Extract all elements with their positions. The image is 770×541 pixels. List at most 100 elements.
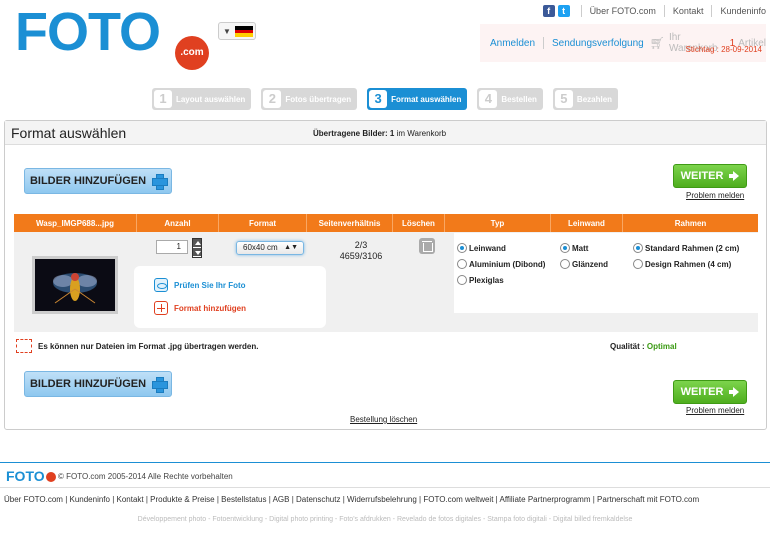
radio-option[interactable]: Design Rahmen (4 cm): [633, 256, 739, 272]
step-label: Bezahlen: [576, 94, 613, 104]
radio-option[interactable]: Glänzend: [560, 256, 608, 272]
rahmen-options: Standard Rahmen (2 cm) Design Rahmen (4 c…: [633, 240, 739, 272]
chevron-down-icon: ▼: [223, 27, 231, 36]
add-images-button-bottom[interactable]: BILDER HINZUFÜGEN: [24, 371, 172, 397]
aspect-ratio: 2/3 4659/3106: [339, 240, 383, 261]
quantity-stepper[interactable]: [192, 238, 202, 258]
top-links: f t Über FOTO.com Kontakt Kundeninfo: [542, 2, 766, 20]
top-link-about[interactable]: Über FOTO.com: [590, 6, 656, 16]
plus-icon: [154, 301, 168, 315]
radio-option[interactable]: Matt: [560, 240, 608, 256]
select-arrows-icon: ▲▼: [284, 244, 298, 251]
account-box: Anmelden Sendungsverfolgung 🛒︎ Ihr Waren…: [480, 24, 766, 62]
footer-languages[interactable]: Développement photo - Fotoentwicklung - …: [0, 516, 770, 523]
radio-option[interactable]: Aluminium (Dibond): [457, 256, 545, 272]
column-header: Rahmen: [674, 218, 707, 228]
radio-label: Design Rahmen (4 cm): [645, 259, 732, 269]
eye-icon: [154, 278, 168, 292]
step-label: Layout auswählen: [175, 94, 246, 104]
language-selector[interactable]: ▼: [218, 22, 256, 40]
facebook-icon[interactable]: f: [542, 5, 555, 17]
report-problem-link-top[interactable]: Problem melden: [686, 191, 744, 200]
column-header: Löschen: [393, 214, 445, 232]
login-link[interactable]: Anmelden: [490, 38, 535, 49]
panel-header: Format auswählen Übertragene Bilder: 1 i…: [5, 121, 766, 145]
tracking-link[interactable]: Sendungsverfolgung: [552, 38, 644, 49]
step-number: 5: [554, 90, 573, 108]
radio-icon[interactable]: [457, 275, 467, 285]
top-link-contact[interactable]: Kontakt: [673, 6, 704, 16]
next-button-top[interactable]: WEITER: [673, 164, 747, 188]
step-number: 4: [479, 90, 498, 108]
step-number: 2: [263, 90, 282, 108]
radio-label: Aluminium (Dibond): [469, 259, 546, 269]
step-label: Fotos übertragen: [285, 94, 352, 104]
column-header: Format: [219, 214, 307, 232]
step-4[interactable]: 4 Bestellen: [477, 88, 543, 110]
column-header: Wasp_IMGP688...jpg: [14, 214, 137, 232]
logo-text: FOTO: [15, 2, 161, 62]
progress-steps: 1 Layout auswählen 2 Fotos übertragen 3 Forma…: [0, 88, 770, 110]
radio-label: Matt: [572, 243, 589, 253]
cart-icon: 🛒︎: [649, 36, 665, 50]
leinwand-options: Matt Glänzend: [560, 240, 608, 272]
radio-label: Standard Rahmen (2 cm): [645, 243, 740, 253]
column-header: Anzahl: [137, 214, 219, 232]
logo-dot: .com: [175, 36, 209, 70]
quantity-input[interactable]: 1: [156, 240, 188, 254]
arrow-right-icon: [729, 171, 740, 181]
decrease-icon[interactable]: [193, 248, 201, 257]
add-images-button-top[interactable]: BILDER HINZUFÜGEN: [24, 168, 172, 194]
radio-option[interactable]: Leinwand: [457, 240, 545, 256]
column-header: Seitenverhältnis: [307, 214, 393, 232]
german-flag-icon: [235, 26, 253, 37]
photo-thumbnail[interactable]: [32, 256, 118, 314]
radio-option[interactable]: Standard Rahmen (2 cm): [633, 240, 739, 256]
uploaded-count: Übertragene Bilder: 1 im Warenkorb: [313, 129, 447, 138]
plus-icon: [152, 377, 169, 393]
footer-logo[interactable]: FOTO: [6, 468, 56, 484]
radio-icon[interactable]: [633, 243, 643, 253]
step-number: 1: [153, 90, 172, 108]
twitter-icon[interactable]: t: [557, 5, 570, 17]
delete-order-link[interactable]: Bestellung löschen: [350, 415, 417, 424]
image-placeholder-icon: [16, 339, 32, 353]
step-2[interactable]: 2 Fotos übertragen: [261, 88, 358, 110]
quality-indicator: Qualität : Optimal: [610, 342, 677, 351]
radio-label: Plexiglas: [469, 275, 504, 285]
trash-icon[interactable]: [419, 238, 435, 254]
arrow-right-icon: [729, 387, 740, 397]
step-5[interactable]: 5 Bezahlen: [552, 88, 619, 110]
step-number: 3: [369, 90, 388, 108]
radio-icon[interactable]: [633, 259, 643, 269]
radio-icon[interactable]: [560, 243, 570, 253]
column-header: Leinwand: [551, 214, 623, 232]
foto-logo[interactable]: FOTO .com: [15, 5, 209, 70]
next-button-bottom[interactable]: WEITER: [673, 380, 747, 404]
step-label: Bestellen: [501, 94, 537, 104]
radio-label: Leinwand: [469, 243, 506, 253]
step-1[interactable]: 1 Layout auswählen: [151, 88, 252, 110]
radio-icon[interactable]: [560, 259, 570, 269]
radio-option[interactable]: Plexiglas: [457, 272, 545, 288]
radio-label: Glänzend: [572, 259, 609, 269]
page-title: Format auswählen: [11, 125, 127, 141]
top-link-customer-info[interactable]: Kundeninfo: [720, 6, 766, 16]
radio-icon[interactable]: [457, 259, 467, 269]
report-problem-link-bottom[interactable]: Problem melden: [686, 406, 744, 415]
check-photo-link[interactable]: Prüfen Sie Ihr Foto: [154, 278, 246, 292]
typ-options: Leinwand Aluminium (Dibond) Plexiglas: [457, 240, 545, 288]
step-3[interactable]: 3 Format auswählen: [367, 88, 468, 110]
table-header: Wasp_IMGP688...jpg Anzahl Format Seitenverh…: [14, 214, 758, 232]
radio-icon[interactable]: [457, 243, 467, 253]
step-label: Format auswählen: [391, 94, 462, 104]
footer-links[interactable]: Über FOTO.com | Kundeninfo | Kontakt | P…: [4, 495, 699, 504]
photo-actions: Prüfen Sie Ihr Foto Format hinzufügen: [134, 266, 326, 328]
jpg-note: Es können nur Dateien im Format .jpg übe…: [16, 339, 258, 353]
deadline-date: Stichtag : 28-09-2014: [685, 45, 763, 54]
add-format-link[interactable]: Format hinzufügen: [154, 301, 246, 315]
column-header: Typ: [445, 214, 551, 232]
increase-icon[interactable]: [193, 239, 201, 248]
plus-icon: [152, 174, 169, 190]
format-select[interactable]: 60x40 cm ▲▼: [236, 241, 304, 255]
